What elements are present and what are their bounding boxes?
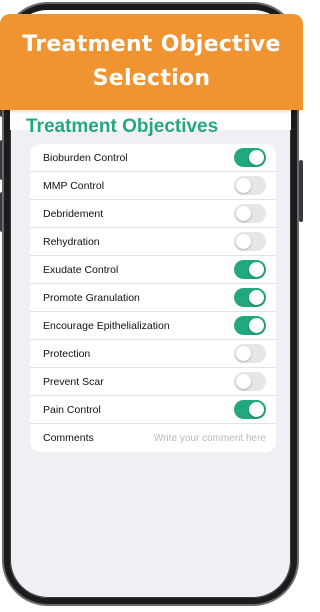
toggle-knob <box>249 318 264 333</box>
objective-label: Bioburden Control <box>43 151 128 164</box>
objective-row-rehydration: Rehydration <box>30 228 276 256</box>
objective-label: Promote Granulation <box>43 291 140 304</box>
toggle-knob <box>249 402 264 417</box>
toggle-prevent-scar[interactable] <box>234 372 266 391</box>
objective-row-debridement: Debridement <box>30 200 276 228</box>
banner-title-line-1: Treatment Objective <box>22 32 281 57</box>
toggle-debridement[interactable] <box>234 204 266 223</box>
objective-label: Pain Control <box>43 403 101 416</box>
toggle-knob <box>249 262 264 277</box>
objective-row-encourage-epithelialization: Encourage Epithelialization <box>30 312 276 340</box>
toggle-knob <box>236 178 251 193</box>
toggle-knob <box>236 206 251 221</box>
toggle-knob <box>236 374 251 389</box>
objective-label: Prevent Scar <box>43 375 104 388</box>
banner-title-line-2: Selection <box>92 66 211 91</box>
app-screen: Treatment Objective Selection Treatment … <box>0 0 303 612</box>
objectives-card: Bioburden Control MMP Control Debridemen… <box>30 144 276 452</box>
toggle-rehydration[interactable] <box>234 232 266 251</box>
comments-label: Comments <box>43 432 94 444</box>
comments-row: Comments <box>30 424 276 452</box>
toggle-bioburden-control[interactable] <box>234 148 266 167</box>
objective-label: Debridement <box>43 207 104 220</box>
objective-row-pain-control: Pain Control <box>30 396 276 424</box>
objective-label: Exudate Control <box>43 263 119 276</box>
comments-input[interactable] <box>136 432 266 444</box>
toggle-promote-granulation[interactable] <box>234 288 266 307</box>
toggle-knob <box>249 150 264 165</box>
toggle-knob <box>236 234 251 249</box>
toggle-encourage-epithelialization[interactable] <box>234 316 266 335</box>
phone-side-button-right <box>299 160 303 222</box>
title-banner: Treatment Objective Selection <box>0 14 303 110</box>
objective-label: Encourage Epithelialization <box>43 319 170 332</box>
toggle-pain-control[interactable] <box>234 400 266 419</box>
toggle-mmp-control[interactable] <box>234 176 266 195</box>
toggle-protection[interactable] <box>234 344 266 363</box>
objective-row-bioburden-control: Bioburden Control <box>30 144 276 172</box>
objective-row-prevent-scar: Prevent Scar <box>30 368 276 396</box>
objective-row-promote-granulation: Promote Granulation <box>30 284 276 312</box>
objective-row-exudate-control: Exudate Control <box>30 256 276 284</box>
objective-row-mmp-control: MMP Control <box>30 172 276 200</box>
objective-label: Protection <box>43 347 91 360</box>
objective-label: Rehydration <box>43 235 100 248</box>
toggle-exudate-control[interactable] <box>234 260 266 279</box>
toggle-knob <box>236 346 251 361</box>
objective-row-protection: Protection <box>30 340 276 368</box>
objective-label: MMP Control <box>43 179 105 192</box>
toggle-knob <box>249 290 264 305</box>
section-title: Treatment Objectives <box>26 116 219 137</box>
